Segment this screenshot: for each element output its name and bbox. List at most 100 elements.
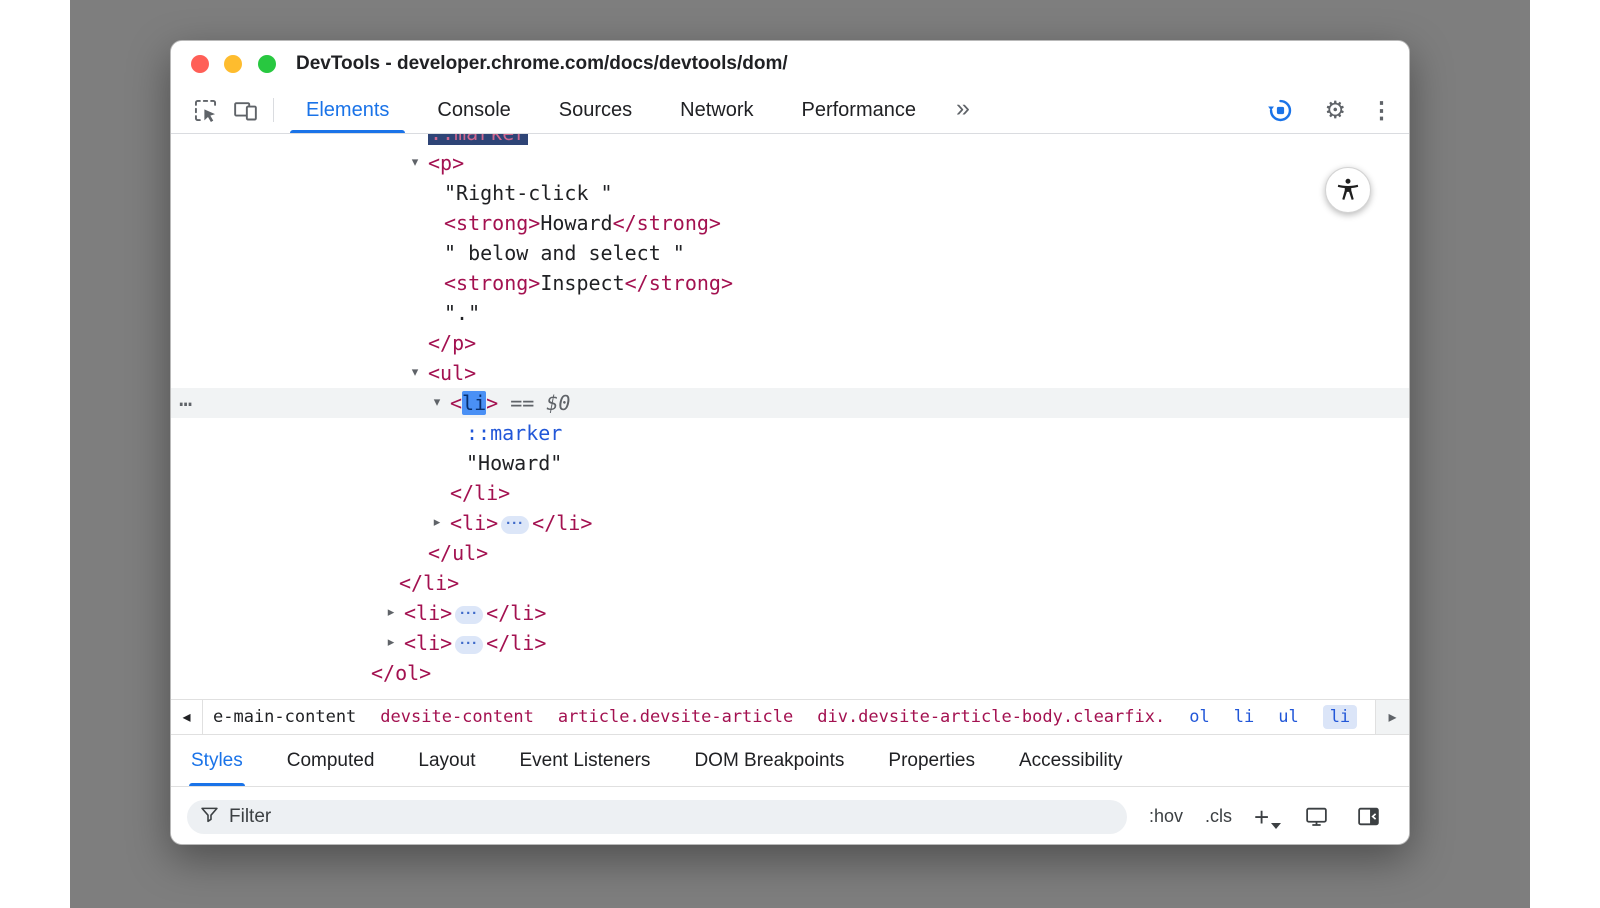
settings-icon[interactable]: ⚙ xyxy=(1324,99,1346,123)
breadcrumb-item[interactable]: e-main-content xyxy=(213,707,356,727)
dom-tree-row[interactable]: ▾<ul> xyxy=(171,358,1409,388)
dom-tree-row[interactable]: ▸<li>···</li> xyxy=(171,628,1409,658)
panel-tab-styles[interactable]: Styles xyxy=(191,735,243,786)
token-tag: </li> xyxy=(486,601,546,625)
token-pseudo: ::marker xyxy=(466,421,562,445)
breadcrumb-scroll-left-icon[interactable]: ◂ xyxy=(171,700,203,734)
dom-tree-row[interactable]: ▸<li>···</li> xyxy=(171,598,1409,628)
token-tag: <li> xyxy=(404,631,452,655)
gutter-ellipsis-icon[interactable]: … xyxy=(179,385,193,415)
dom-tree-row[interactable]: "Howard" xyxy=(171,448,1409,478)
dom-tree-row[interactable]: "." xyxy=(171,298,1409,328)
sync-icon[interactable] xyxy=(1260,93,1300,129)
expand-arrow-down-icon[interactable]: ▾ xyxy=(406,358,424,388)
element-classes-button[interactable]: .cls xyxy=(1205,806,1232,827)
breadcrumb-scroll-right-icon[interactable]: ▸ xyxy=(1375,700,1409,734)
breadcrumb-item[interactable]: li xyxy=(1234,707,1254,727)
panel-tab-accessibility[interactable]: Accessibility xyxy=(1019,735,1122,786)
token-tag: <ul> xyxy=(428,361,476,385)
accessibility-button[interactable] xyxy=(1325,167,1371,213)
token-tag: </li> xyxy=(486,631,546,655)
dom-tree-line: </ul> xyxy=(171,538,1409,568)
dom-tree-line: <li> == $0 xyxy=(171,388,1409,418)
toggle-sidebar-icon[interactable] xyxy=(1353,802,1383,832)
zoom-window-button[interactable] xyxy=(258,55,276,73)
tab-sources[interactable]: Sources xyxy=(539,87,652,133)
minimize-window-button[interactable] xyxy=(224,55,242,73)
token-tag: </li> xyxy=(450,481,510,505)
dom-tree-line: <li>···</li> xyxy=(171,508,1409,538)
token-text: "Howard" xyxy=(466,451,562,475)
more-tabs-icon[interactable]: » xyxy=(956,96,970,125)
breadcrumb-item[interactable]: ol xyxy=(1189,707,1209,727)
inspect-element-icon[interactable] xyxy=(185,92,225,128)
dom-tree-line: <li>···</li> xyxy=(171,598,1409,628)
dom-tree: ::marker▾<p>"Right-click "<strong>Howard… xyxy=(171,134,1409,699)
device-toolbar-icon[interactable] xyxy=(225,92,265,128)
dom-tree-row[interactable]: </p> xyxy=(171,328,1409,358)
breadcrumb-item[interactable]: div.devsite-article-body.clearfix. xyxy=(817,707,1165,727)
filter-funnel-icon xyxy=(199,804,220,830)
panel-tab-properties[interactable]: Properties xyxy=(888,735,975,786)
collapsed-content-button[interactable]: ··· xyxy=(501,516,529,534)
dom-tree-line: </li> xyxy=(171,478,1409,508)
dom-tree-row[interactable]: </li> xyxy=(171,568,1409,598)
dom-tree-line: "." xyxy=(171,298,1409,328)
panel-tab-dom-breakpoints[interactable]: DOM Breakpoints xyxy=(694,735,844,786)
person-icon xyxy=(1335,176,1361,205)
expand-arrow-down-icon[interactable]: ▾ xyxy=(406,148,424,178)
filter-placeholder: Filter xyxy=(229,806,271,828)
dom-tree-row[interactable]: ::marker xyxy=(171,134,1409,148)
collapsed-content-button[interactable]: ··· xyxy=(455,606,483,624)
token-tag: </strong> xyxy=(625,271,733,295)
dom-tree-line: "Right-click " xyxy=(171,178,1409,208)
panel-tab-event-listeners[interactable]: Event Listeners xyxy=(519,735,650,786)
expand-arrow-down-icon[interactable]: ▾ xyxy=(428,388,446,418)
dom-tree-row[interactable]: ▾<p> xyxy=(171,148,1409,178)
toggle-element-state-button[interactable]: :hov xyxy=(1149,806,1183,827)
filter-input[interactable]: Filter xyxy=(187,800,1127,834)
token-sel: li xyxy=(462,391,486,415)
expand-arrow-right-icon[interactable]: ▸ xyxy=(382,628,400,658)
token-tag: </li> xyxy=(399,571,459,595)
dom-tree-row[interactable]: </ol> xyxy=(171,658,1409,688)
breadcrumb-item[interactable]: ul xyxy=(1278,707,1298,727)
tab-console[interactable]: Console xyxy=(417,87,530,133)
dom-tree-row[interactable]: <strong>Howard</strong> xyxy=(171,208,1409,238)
dom-tree-row[interactable]: " below and select " xyxy=(171,238,1409,268)
token-pseudo-clip: ::marker xyxy=(428,134,528,145)
dom-tree-row[interactable]: </ul> xyxy=(171,538,1409,568)
dom-tree-row[interactable]: "Right-click " xyxy=(171,178,1409,208)
more-options-icon[interactable]: ⋮ xyxy=(1370,99,1393,122)
token-tag: <li> xyxy=(450,511,498,535)
dom-tree-row[interactable]: </li> xyxy=(171,478,1409,508)
dom-tree-line: <ul> xyxy=(171,358,1409,388)
tab-elements[interactable]: Elements xyxy=(286,87,409,133)
breadcrumb-item[interactable]: li xyxy=(1323,705,1357,729)
tab-network[interactable]: Network xyxy=(660,87,773,133)
dom-tree-line: <strong>Inspect</strong> xyxy=(171,268,1409,298)
collapsed-content-button[interactable]: ··· xyxy=(455,636,483,654)
dom-tree-row[interactable]: ::marker xyxy=(171,418,1409,448)
close-window-button[interactable] xyxy=(191,55,209,73)
dom-tree-row[interactable]: <strong>Inspect</strong> xyxy=(171,268,1409,298)
breadcrumb-bar: ◂ e-main-content devsite-content article.d… xyxy=(171,699,1409,734)
dom-tree-line: "Howard" xyxy=(171,448,1409,478)
window-titlebar: DevTools - developer.chrome.com/docs/dev… xyxy=(171,41,1409,87)
dom-tree-row[interactable]: ▾ …<li> == $0 xyxy=(171,388,1409,418)
expand-arrow-right-icon[interactable]: ▸ xyxy=(428,508,446,538)
expand-arrow-right-icon[interactable]: ▸ xyxy=(382,598,400,628)
token-tag: <strong> xyxy=(444,271,540,295)
breadcrumb-item[interactable]: devsite-content xyxy=(380,707,534,727)
desktop-background: DevTools - developer.chrome.com/docs/dev… xyxy=(70,0,1530,908)
rendering-icon[interactable] xyxy=(1301,802,1331,832)
token-text: Howard xyxy=(540,211,612,235)
token-tag: <p> xyxy=(428,151,464,175)
panel-tab-computed[interactable]: Computed xyxy=(287,735,375,786)
tab-performance[interactable]: Performance xyxy=(782,87,937,133)
dom-tree-row[interactable]: ▸<li>···</li> xyxy=(171,508,1409,538)
new-style-rule-button[interactable]: + xyxy=(1254,804,1279,830)
panel-tab-layout[interactable]: Layout xyxy=(418,735,475,786)
token-text: Inspect xyxy=(540,271,624,295)
breadcrumb-item[interactable]: article.devsite-article xyxy=(558,707,793,727)
